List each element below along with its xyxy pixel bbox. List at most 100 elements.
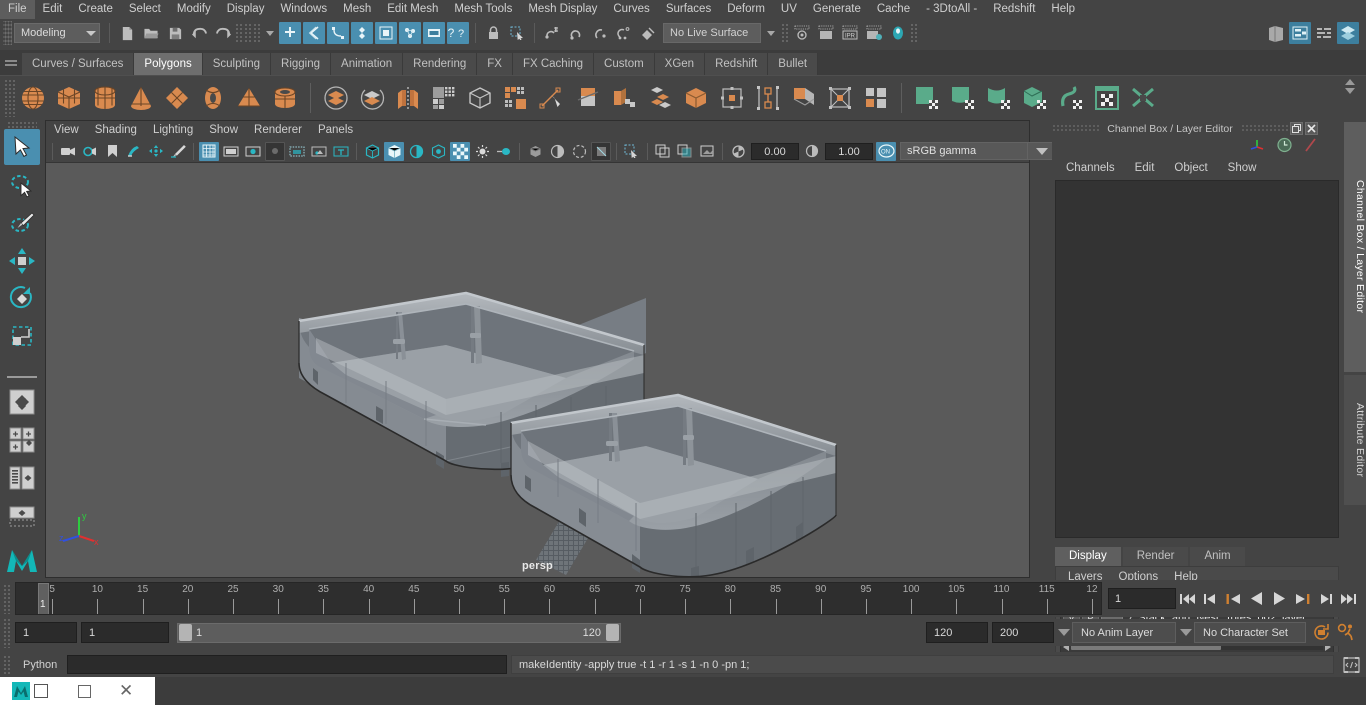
viewport-menu-shading[interactable]: Shading	[87, 121, 145, 140]
shelf-tab-curves-surfaces[interactable]: Curves / Surfaces	[22, 53, 135, 75]
rotate-tool-button[interactable]	[4, 281, 40, 317]
select-dynamics-mask-button[interactable]	[399, 22, 421, 44]
shelf-drag-handle[interactable]	[4, 78, 15, 117]
menu-item-file[interactable]: File	[0, 0, 35, 19]
dock-tab-channel-box[interactable]: Channel Box / Layer Editor	[1344, 122, 1366, 372]
attribute-editor-button[interactable]	[1289, 22, 1311, 44]
select-rendering-mask-button[interactable]	[423, 22, 445, 44]
connect-components-icon[interactable]	[715, 80, 749, 116]
shelf-tab-custom[interactable]: Custom	[594, 53, 655, 75]
ipr-render-button[interactable]: IPR	[839, 22, 861, 44]
menu-item-redshift[interactable]: Redshift	[985, 0, 1043, 19]
tool-settings-button[interactable]	[1313, 22, 1335, 44]
go-to-end-button[interactable]	[1337, 588, 1360, 610]
target-weld-icon[interactable]	[607, 80, 641, 116]
menu-item-select[interactable]: Select	[121, 0, 169, 19]
uv-editor-icon[interactable]	[910, 80, 944, 116]
poly-pipe-icon[interactable]	[268, 80, 302, 116]
live-surface-field[interactable]: No Live Surface	[663, 23, 761, 43]
step-forward-frame-button[interactable]	[1291, 588, 1314, 610]
poly-torus-icon[interactable]	[196, 80, 230, 116]
menu-item-edit[interactable]: Edit	[35, 0, 71, 19]
menu-item-windows[interactable]: Windows	[272, 0, 335, 19]
time-slider-drag-handle[interactable]	[3, 583, 12, 614]
combine-meshes-icon[interactable]	[319, 80, 353, 116]
snap-to-view-plane-button[interactable]	[637, 22, 659, 44]
shelf-tab-animation[interactable]: Animation	[331, 53, 404, 75]
shelf-scroll-arrows[interactable]	[1345, 76, 1361, 97]
film-gate-icon[interactable]	[221, 142, 241, 161]
render-current-frame-button[interactable]	[791, 22, 813, 44]
shelf-tab-fx-caching[interactable]: FX Caching	[512, 53, 595, 75]
shadows-icon[interactable]	[450, 141, 470, 161]
use-all-lights-icon[interactable]	[428, 142, 448, 161]
gamma-icon[interactable]	[802, 142, 822, 161]
clock-icon[interactable]	[1276, 137, 1293, 158]
multi-cut-icon[interactable]	[571, 80, 605, 116]
chevron-down-icon[interactable]	[767, 30, 775, 36]
xray-joints-icon[interactable]	[569, 142, 589, 161]
channel-menu-edit[interactable]: Edit	[1125, 158, 1165, 179]
menu-set-selector[interactable]: Modeling	[14, 23, 100, 43]
axis-display-icon[interactable]	[1249, 137, 1266, 157]
grid-icon[interactable]	[199, 141, 219, 161]
single-perspective-layout-button[interactable]	[4, 384, 40, 420]
channel-box-layer-editor-button[interactable]	[1337, 22, 1359, 44]
image-plane-icon[interactable]	[124, 142, 144, 161]
shelf-tab-redshift[interactable]: Redshift	[705, 53, 769, 75]
save-scene-button[interactable]	[164, 22, 186, 44]
hypershade-button[interactable]	[887, 22, 909, 44]
maya-app-icon[interactable]	[12, 682, 30, 700]
menu-item-mesh-tools[interactable]: Mesh Tools	[446, 0, 520, 19]
sculpt-icon[interactable]	[679, 80, 713, 116]
dock-tab-attribute-editor[interactable]: Attribute Editor	[1344, 375, 1366, 505]
poly-cone-icon[interactable]	[124, 80, 158, 116]
gate-mask-icon[interactable]	[265, 141, 285, 161]
poly-layout-icon[interactable]	[859, 80, 893, 116]
current-frame-field[interactable]: 1	[1108, 588, 1176, 609]
render-settings-button[interactable]	[863, 22, 885, 44]
lasso-select-tool-button[interactable]	[4, 167, 40, 203]
tab-anim[interactable]: Anim	[1190, 547, 1245, 566]
snap-to-point-button[interactable]	[589, 22, 611, 44]
uv-layout-icon[interactable]	[1090, 80, 1124, 116]
bookmark-icon[interactable]	[102, 142, 122, 161]
screen-space-ao-icon[interactable]	[472, 142, 492, 161]
play-forwards-button[interactable]	[1268, 588, 1291, 610]
viewport-menu-panels[interactable]: Panels	[310, 121, 361, 140]
command-language-label[interactable]: Python	[15, 659, 67, 671]
red-slash-icon[interactable]	[1303, 137, 1318, 158]
scale-tool-button[interactable]	[4, 319, 40, 355]
range-end-handle[interactable]	[606, 624, 619, 641]
shelf-tab-xgen[interactable]: XGen	[654, 53, 706, 75]
poly-sphere-icon[interactable]	[16, 80, 50, 116]
smooth-shade-all-icon[interactable]	[384, 141, 404, 161]
go-to-start-button[interactable]	[1176, 588, 1199, 610]
auto-keyframe-button[interactable]	[1308, 623, 1334, 642]
paint-select-tool-button[interactable]	[4, 205, 40, 241]
snap-to-grid-button[interactable]	[541, 22, 563, 44]
range-end-field[interactable]: 120	[926, 622, 988, 643]
menu-item-modify[interactable]: Modify	[169, 0, 219, 19]
status-line-drag-handle[interactable]	[3, 21, 12, 45]
viewport-menu-view[interactable]: View	[46, 121, 87, 140]
shaded-wireframe-icon[interactable]	[406, 142, 426, 161]
shelf-tab-bullet[interactable]: Bullet	[768, 53, 819, 75]
duplicate-view-icon[interactable]	[653, 142, 673, 161]
tear-off-copy-icon[interactable]	[675, 142, 695, 161]
exposure-icon[interactable]	[728, 142, 748, 161]
exposure-field[interactable]: 0.00	[751, 142, 799, 160]
highlight-selection-button[interactable]	[506, 22, 528, 44]
crease-tool-icon[interactable]	[823, 80, 857, 116]
wireframe-icon[interactable]	[362, 142, 382, 161]
anim-layer-select[interactable]: No Anim Layer	[1072, 622, 1176, 643]
xray-icon[interactable]	[547, 142, 567, 161]
four-view-layout-button[interactable]	[4, 422, 40, 458]
scroll-down-arrow-icon[interactable]	[1345, 88, 1355, 94]
outliner-button[interactable]	[1265, 22, 1287, 44]
shelf-options-handle[interactable]	[0, 50, 22, 75]
channel-menu-channels[interactable]: Channels	[1056, 158, 1125, 179]
play-backwards-button[interactable]	[1245, 588, 1268, 610]
persp-graph-layout-button[interactable]	[4, 498, 40, 534]
redo-button[interactable]	[212, 22, 234, 44]
